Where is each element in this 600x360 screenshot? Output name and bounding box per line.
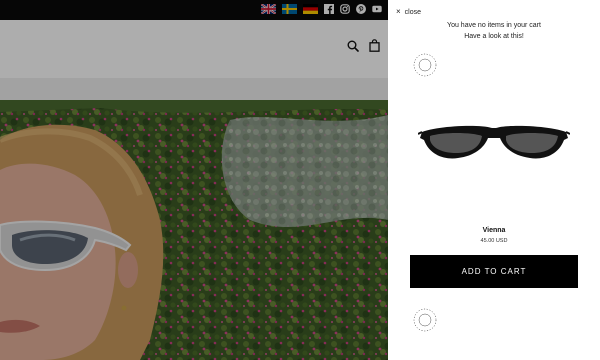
suggestion-message: Have a look at this! [464,33,524,40]
storefront-page [0,0,388,360]
product-price: 45.00 USD [480,238,508,244]
recycled-plastic-badge-icon-2 [413,308,437,332]
product-image-vienna[interactable] [418,110,570,172]
close-icon: × [396,7,401,16]
recycled-plastic-badge-icon [413,53,437,77]
modal-overlay[interactable] [0,0,388,360]
close-label: close [404,8,422,16]
product-name[interactable]: Vienna [408,227,580,234]
close-button[interactable]: × close [396,8,421,16]
empty-cart-message: You have no items in your cart [447,22,541,29]
cart-drawer: × close You have no items in your cart H… [388,0,600,360]
add-to-cart-button[interactable]: ADD TO CART [410,255,578,288]
